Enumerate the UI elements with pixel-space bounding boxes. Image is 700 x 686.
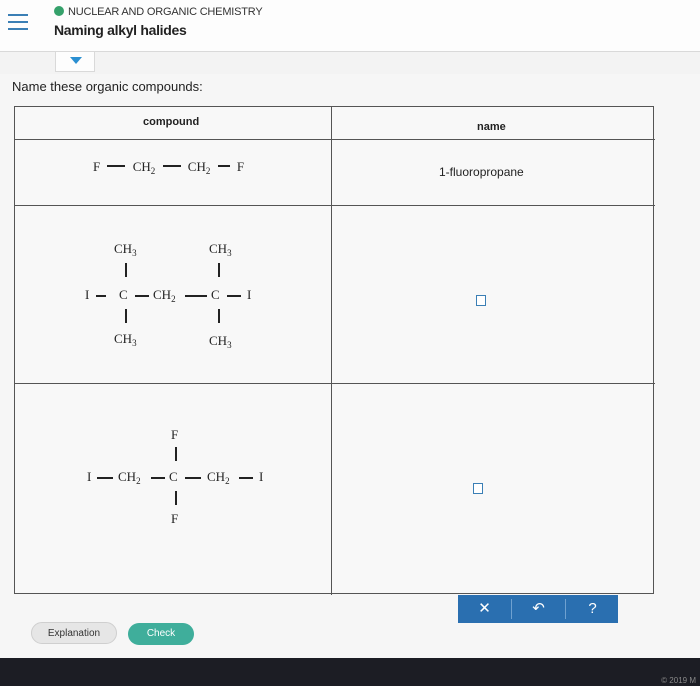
atom-f: F	[171, 427, 179, 442]
bond	[185, 477, 201, 479]
topic-status-icon	[54, 6, 64, 16]
collapse-toggle[interactable]	[55, 52, 95, 72]
answer-1: 1-fluoropropane	[439, 165, 524, 179]
column-divider	[331, 107, 332, 595]
bond	[239, 477, 253, 479]
clear-icon[interactable]: ✕	[458, 595, 511, 623]
header: NUCLEAR AND ORGANIC CHEMISTRY Naming alk…	[0, 0, 700, 52]
topic-label: NUCLEAR AND ORGANIC CHEMISTRY	[54, 6, 263, 18]
footer: © 2019 M	[0, 658, 700, 686]
bond	[175, 491, 177, 505]
question-prompt: Name these organic compounds:	[12, 79, 203, 94]
copyright: © 2019 M	[661, 676, 696, 685]
atom-i: I	[87, 469, 92, 484]
group-ch2: CH2	[118, 469, 141, 486]
page-title: Naming alkyl halides	[54, 22, 187, 38]
answer-input-2[interactable]	[476, 295, 486, 306]
help-icon[interactable]: ?	[566, 595, 619, 623]
question-panel: Name these organic compounds: compound n…	[0, 74, 700, 658]
topic-text: NUCLEAR AND ORGANIC CHEMISTRY	[68, 6, 263, 18]
menu-icon[interactable]	[8, 14, 28, 32]
compound-3-structure: F I CH2 C CH2 I F	[15, 107, 331, 595]
answer-toolbar: ✕ ↶ ?	[458, 595, 618, 623]
undo-icon[interactable]: ↶	[512, 595, 565, 623]
answer-input-3[interactable]	[473, 483, 483, 494]
check-button[interactable]: Check	[128, 623, 194, 645]
column-header-name: name	[477, 121, 506, 133]
explanation-button[interactable]: Explanation	[31, 622, 117, 644]
answer-table: compound name F CH2 CH2 F 1-fluoropropan…	[14, 106, 655, 595]
atom-f: F	[171, 511, 179, 526]
atom-i: I	[259, 469, 264, 484]
group-ch2: CH2	[207, 469, 230, 486]
atom-c: C	[169, 469, 178, 484]
chevron-down-icon	[70, 57, 82, 64]
bond	[97, 477, 113, 479]
bond	[175, 447, 177, 461]
bond	[151, 477, 165, 479]
